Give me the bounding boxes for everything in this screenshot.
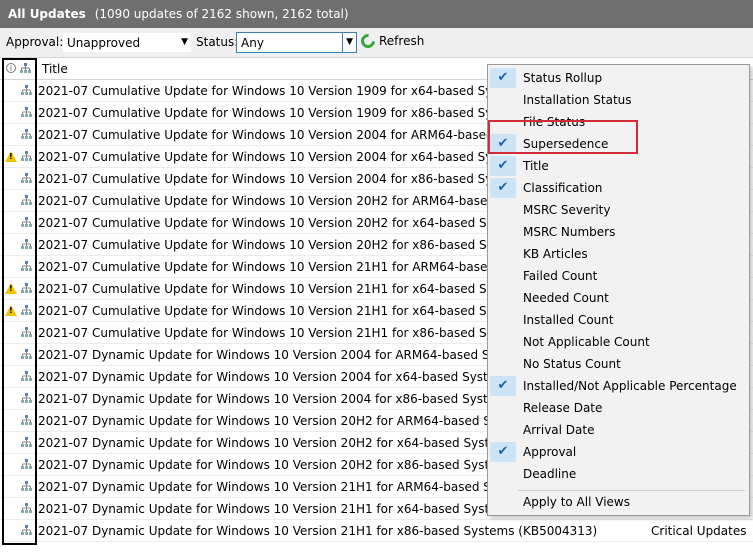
update-title: 2021-07 Cumulative Update for Windows 10… xyxy=(38,194,559,208)
menu-item-label: Installation Status xyxy=(523,93,632,107)
menu-item-status-rollup[interactable]: ✔ Status Rollup xyxy=(488,67,749,89)
approval-value: Unapproved xyxy=(67,35,141,50)
menu-item-label: Title xyxy=(523,159,549,173)
menu-item-label: Failed Count xyxy=(523,269,598,283)
update-title: 2021-07 Dynamic Update for Windows 10 Ve… xyxy=(38,524,598,538)
menu-item-arrival-date[interactable]: Arrival Date xyxy=(488,419,749,441)
menu-item-msrc-severity[interactable]: MSRC Severity xyxy=(488,199,749,221)
checkmark-icon: ✔ xyxy=(490,442,516,462)
menu-item-installed-count[interactable]: Installed Count xyxy=(488,309,749,331)
chevron-down-icon: ▼ xyxy=(346,37,353,47)
menu-item-deadline[interactable]: Deadline xyxy=(488,463,749,485)
menu-item-label: No Status Count xyxy=(523,357,621,371)
menu-item-title[interactable]: ✔ Title xyxy=(488,155,749,177)
update-title: 2021-07 Cumulative Update for Windows 10… xyxy=(38,304,563,318)
menu-item-label: MSRC Severity xyxy=(523,203,611,217)
menu-item-label: Classification xyxy=(523,181,603,195)
refresh-button[interactable]: Refresh xyxy=(358,31,425,51)
menu-item-needed-count[interactable]: Needed Count xyxy=(488,287,749,309)
approval-dropdown[interactable]: Unapproved ▼ xyxy=(62,32,192,53)
checkmark-icon: ✔ xyxy=(490,178,516,198)
menu-item-label: Installed Count xyxy=(523,313,614,327)
menu-item-label: Needed Count xyxy=(523,291,609,305)
update-title: 2021-07 Cumulative Update for Windows 10… xyxy=(38,326,563,340)
checkmark-icon: ✔ xyxy=(490,68,516,88)
menu-item-label: Apply to All Views xyxy=(523,495,630,509)
update-title: 2021-07 Cumulative Update for Windows 10… xyxy=(38,128,557,142)
update-classification: Critical Updates xyxy=(651,524,747,538)
menu-item-kb-articles[interactable]: KB Articles xyxy=(488,243,749,265)
menu-item-classification[interactable]: ✔ Classification xyxy=(488,177,749,199)
menu-item-label: Not Applicable Count xyxy=(523,335,650,349)
update-title: 2021-07 Cumulative Update for Windows 10… xyxy=(38,238,563,252)
filter-toolbar: Approval: Unapproved ▼ Status: Any ▼ Ref… xyxy=(0,28,753,58)
menu-item-approval[interactable]: ✔ Approval xyxy=(488,441,749,463)
refresh-icon xyxy=(358,31,378,51)
menu-item-label: Approval xyxy=(523,445,577,459)
update-count-summary: (1090 updates of 2162 shown, 2162 total) xyxy=(94,7,349,21)
status-value: Any xyxy=(241,35,264,50)
update-title: 2021-07 Dynamic Update for Windows 10 Ve… xyxy=(38,414,559,428)
table-row[interactable]: 2021-07 Dynamic Update for Windows 10 Ve… xyxy=(0,520,753,542)
menu-item-installation-status[interactable]: Installation Status xyxy=(488,89,749,111)
menu-item-label: Release Date xyxy=(523,401,603,415)
menu-item-label: KB Articles xyxy=(523,247,588,261)
chevron-down-icon: ▼ xyxy=(181,37,188,47)
status-label: Status: xyxy=(196,35,239,49)
highlight-box-icon-columns xyxy=(2,58,37,545)
checkmark-icon: ✔ xyxy=(490,156,516,176)
update-title: 2021-07 Cumulative Update for Windows 10… xyxy=(38,216,563,230)
checkmark-icon: ✔ xyxy=(490,376,516,396)
menu-item-installed-not-applicable-percentage[interactable]: ✔ Installed/Not Applicable Percentage xyxy=(488,375,749,397)
update-title: 2021-07 Cumulative Update for Windows 10… xyxy=(38,260,559,274)
menu-item-not-applicable-count[interactable]: Not Applicable Count xyxy=(488,331,749,353)
menu-item-label: Arrival Date xyxy=(523,423,595,437)
menu-item-label: Deadline xyxy=(523,467,577,481)
view-title: All Updates xyxy=(8,7,86,21)
menu-item-label: Status Rollup xyxy=(523,71,603,85)
menu-item-msrc-numbers[interactable]: MSRC Numbers xyxy=(488,221,749,243)
view-header: All Updates (1090 updates of 2162 shown,… xyxy=(0,0,753,28)
apply-to-all-views-item[interactable]: Apply to All Views xyxy=(488,491,749,513)
update-title: 2021-07 Cumulative Update for Windows 10… xyxy=(38,282,563,296)
update-title: 2021-07 Dynamic Update for Windows 10 Ve… xyxy=(38,480,559,494)
menu-item-release-date[interactable]: Release Date xyxy=(488,397,749,419)
refresh-label: Refresh xyxy=(379,34,425,48)
menu-item-label: Installed/Not Applicable Percentage xyxy=(523,379,737,393)
status-dropdown[interactable]: Any ▼ xyxy=(236,32,357,53)
menu-item-failed-count[interactable]: Failed Count xyxy=(488,265,749,287)
menu-item-label: MSRC Numbers xyxy=(523,225,616,239)
approval-label: Approval: xyxy=(6,35,64,49)
column-title-header[interactable]: Title xyxy=(42,62,68,76)
highlight-box-supersedence xyxy=(488,120,638,154)
menu-item-no-status-count[interactable]: No Status Count xyxy=(488,353,749,375)
